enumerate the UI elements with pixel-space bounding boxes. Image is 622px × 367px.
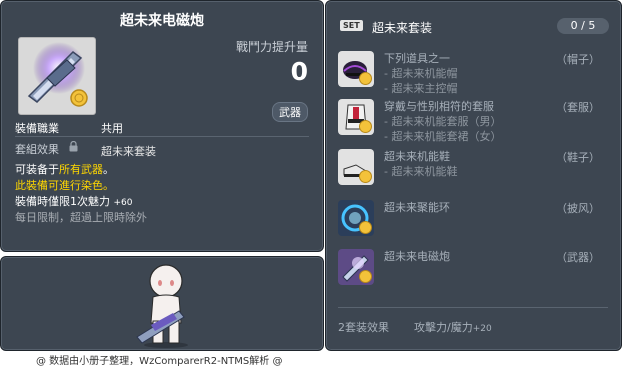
set-item-slot: （披风） (556, 202, 600, 215)
set-item-slot: （武器） (556, 251, 600, 264)
character-preview-panel (0, 256, 324, 351)
coin-icon (359, 72, 372, 85)
item-icon-frame (18, 37, 96, 115)
desc-line-charm: 裝備時僅限1次魅力 +60 (15, 195, 133, 208)
set-effect-value: 超未来套装 (101, 145, 156, 158)
set-divider (338, 307, 608, 308)
desc-line-dye: 此裝備可進行染色。 (15, 179, 114, 192)
railgun-icon (338, 249, 374, 285)
set-name: 超未来套装 (372, 21, 433, 35)
set-item-slot: （鞋子） (556, 151, 600, 164)
job-value: 共用 (101, 122, 123, 135)
coin-icon (359, 221, 372, 234)
set-bonus-label: 2套装效果 (338, 321, 389, 334)
set-item-slot: （帽子） (556, 53, 600, 66)
set-badge: SET (340, 20, 363, 31)
railgun-icon (27, 42, 88, 107)
combat-power-label: 戰鬥力提升量 (235, 40, 308, 54)
desc-line-limit: 每日限制，超過上限時除外 (15, 211, 147, 224)
character-avatar (136, 264, 188, 348)
coin-icon (359, 270, 372, 283)
item-name: 超未来电磁炮 (120, 13, 204, 29)
footer-credit: @ 数据由小册子整理，WzComparerR2-NTMS解析 @ (36, 356, 283, 367)
cap-icon (338, 51, 374, 87)
coin-icon (359, 120, 372, 133)
set-effect-label: 套組效果 (15, 143, 59, 156)
job-row: 裝備職業 共用 (15, 120, 309, 137)
ring-icon (338, 200, 374, 236)
equip-target-highlight: 所有武器 (59, 163, 103, 176)
set-count-badge: 0 / 5 (557, 18, 609, 34)
item-description: 可装备于所有武器。 此裝備可進行染色。 裝備時僅限1次魅力 +60 每日限制，超… (15, 162, 315, 226)
set-bonus-effect: 攻擊力/魔力+20 (414, 321, 492, 334)
coin-icon (359, 170, 372, 183)
job-label: 裝備職業 (15, 122, 59, 135)
set-effect-row: 套組效果 超未来套装 (15, 141, 309, 158)
suit-icon (338, 99, 374, 135)
set-bonus-value: +20 (472, 324, 492, 334)
combat-power-value: 0 (290, 57, 308, 86)
desc-line-equip: 可装备于所有武器。 (15, 163, 114, 176)
item-type-badge: 武器 (272, 102, 308, 122)
charm-bonus: +60 (113, 198, 133, 208)
item-tooltip-panel: 超未来电磁炮 戰鬥力提升量 0 武器 裝備職業 共用 套組效果 超未来套装 可装… (0, 0, 324, 252)
set-bonus-row: 2套装效果 攻擊力/魔力+20 (338, 319, 492, 335)
shoes-icon (338, 149, 374, 185)
set-item-slot: （套服） (556, 101, 600, 114)
lock-icon (69, 141, 78, 152)
set-effect-panel: SET 超未来套装 0 / 5 下列道具之一 - 超未来机能帽 - 超未来主控帽… (325, 0, 622, 351)
